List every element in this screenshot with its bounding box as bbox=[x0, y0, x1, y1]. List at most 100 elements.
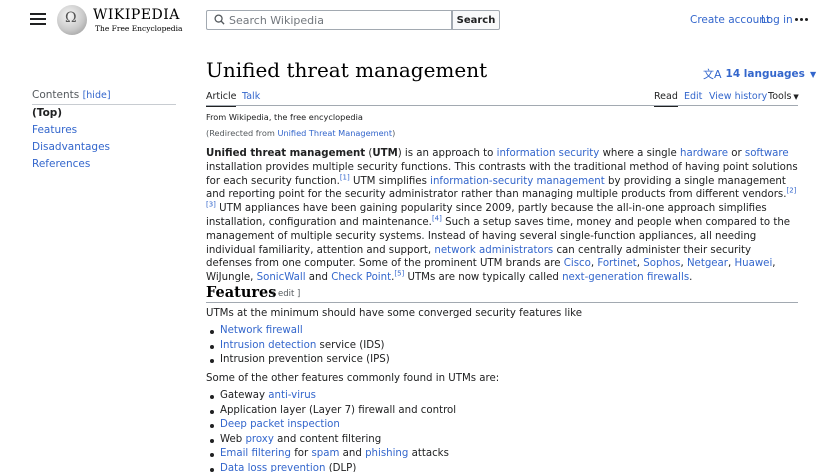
list-item: Data loss prevention (DLP) bbox=[209, 462, 456, 472]
toc-item-references[interactable]: References bbox=[32, 158, 90, 170]
main-menu-icon[interactable] bbox=[30, 13, 46, 27]
link-email-filtering[interactable]: Email filtering bbox=[220, 448, 291, 459]
intro-bold-utm: UTM bbox=[372, 148, 398, 159]
link-check-point[interactable]: Check Point bbox=[331, 272, 391, 283]
wordmark-tagline: The Free Encyclopedia bbox=[95, 24, 183, 33]
tools-label: Tools bbox=[768, 91, 792, 102]
search-input[interactable] bbox=[229, 12, 449, 28]
toc-item-top[interactable]: (Top) bbox=[32, 107, 62, 119]
search-box bbox=[206, 10, 452, 30]
link-next-generation-firewalls[interactable]: next-generation firewalls bbox=[562, 272, 689, 283]
intro-text: UTM simplifies bbox=[349, 175, 431, 187]
search-icon bbox=[214, 14, 225, 25]
wordmark-title: WIKIPEDIA bbox=[93, 7, 180, 23]
link-intrusion-detection[interactable]: Intrusion detection bbox=[220, 340, 316, 351]
list-item-text: and bbox=[339, 448, 366, 460]
link-huawei[interactable]: Huawei bbox=[734, 258, 772, 269]
features-intro-2: Some of the other features commonly foun… bbox=[206, 373, 500, 384]
link-netgear[interactable]: Netgear bbox=[687, 258, 728, 269]
list-item: Web proxy and content filtering bbox=[209, 433, 456, 448]
edit-section-label: [ edit ] bbox=[272, 289, 301, 299]
language-count: 14 languages bbox=[725, 68, 805, 80]
link-data-loss-prevention[interactable]: Data loss prevention bbox=[220, 463, 325, 472]
section-divider bbox=[206, 302, 798, 303]
language-icon: 文A bbox=[703, 68, 722, 81]
intro-text: and bbox=[305, 272, 332, 284]
list-item: Network firewall bbox=[210, 324, 390, 339]
toc-title: Contents bbox=[32, 89, 80, 101]
redirect-prefix: (Redirected from bbox=[206, 128, 278, 138]
tab-talk[interactable]: Talk bbox=[242, 91, 260, 105]
log-in-link[interactable]: Log in bbox=[761, 14, 793, 26]
link-information-security-management[interactable]: information-security management bbox=[430, 176, 605, 187]
list-item-text: service (IDS) bbox=[316, 339, 385, 351]
list-item: Deep packet inspection bbox=[209, 418, 456, 433]
list-item-text: Intrusion prevention service (IPS) bbox=[220, 354, 390, 366]
ref-5[interactable]: [5] bbox=[394, 270, 404, 278]
more-options-icon[interactable] bbox=[795, 18, 809, 22]
tabs-divider bbox=[206, 105, 798, 106]
toc-header: Contents [hide] bbox=[32, 89, 111, 101]
ref-4[interactable]: [4] bbox=[432, 215, 442, 223]
toc-item-disadvantages[interactable]: Disadvantages bbox=[32, 141, 110, 153]
list-item: Intrusion detection service (IDS) bbox=[210, 339, 390, 354]
link-proxy[interactable]: proxy bbox=[245, 434, 273, 445]
minimum-features-list: Network firewall Intrusion detection ser… bbox=[210, 324, 390, 368]
list-item: Application layer (Layer 7) firewall and… bbox=[209, 404, 457, 419]
tab-edit[interactable]: Edit bbox=[684, 91, 702, 105]
list-item-text: Web bbox=[220, 433, 246, 445]
link-network-administrators[interactable]: network administrators bbox=[434, 245, 553, 256]
toc-item-features[interactable]: Features bbox=[32, 124, 77, 136]
link-spam[interactable]: spam bbox=[311, 448, 339, 459]
list-item: Email filtering for spam and phishing at… bbox=[209, 447, 456, 462]
language-selector[interactable]: 文A 14 languages ▼ bbox=[703, 66, 816, 82]
link-software[interactable]: software bbox=[745, 148, 789, 159]
ref-3[interactable]: [3] bbox=[206, 201, 216, 209]
intro-paragraph: Unified threat management (UTM) is an ap… bbox=[206, 147, 798, 285]
intro-bold-term: Unified threat management bbox=[206, 148, 366, 159]
list-item-text: Application layer (Layer 7) firewall and… bbox=[220, 404, 457, 416]
tab-tools[interactable]: Tools ▼ bbox=[768, 91, 799, 105]
link-network-firewall[interactable]: Network firewall bbox=[220, 325, 303, 336]
list-item-text: and content filtering bbox=[273, 433, 382, 445]
wikipedia-globe-logo[interactable] bbox=[57, 5, 87, 35]
list-item-text: (DLP) bbox=[325, 462, 357, 472]
link-hardware[interactable]: hardware bbox=[680, 148, 728, 159]
ref-1[interactable]: [1] bbox=[340, 173, 350, 181]
toc-hide-link[interactable]: [hide] bbox=[83, 90, 111, 101]
chevron-down-icon: ▼ bbox=[809, 69, 817, 79]
link-deep-packet-inspection[interactable]: Deep packet inspection bbox=[220, 419, 340, 430]
link-cisco[interactable]: Cisco bbox=[564, 258, 591, 269]
toc-divider bbox=[32, 104, 176, 105]
list-item: Gateway anti-virus bbox=[209, 389, 456, 404]
intro-text: . bbox=[689, 272, 693, 284]
create-account-link[interactable]: Create account bbox=[690, 14, 770, 26]
redirect-note: (Redirected from Unified Threat Manageme… bbox=[206, 128, 395, 138]
other-features-list: Gateway anti-virus Application layer (La… bbox=[209, 389, 457, 472]
intro-text: where a single bbox=[599, 148, 680, 159]
redirect-link[interactable]: Unified Threat Management bbox=[277, 128, 392, 138]
section-heading-features: Features bbox=[206, 284, 277, 301]
wikipedia-wordmark[interactable]: WIKIPEDIA The Free Encyclopedia bbox=[93, 7, 183, 34]
search-button[interactable]: Search bbox=[452, 10, 500, 30]
from-wikipedia-line: From Wikipedia, the free encyclopedia bbox=[206, 112, 363, 122]
intro-text: or bbox=[727, 148, 745, 159]
edit-section-link[interactable]: [ edit ] bbox=[272, 289, 300, 299]
list-item-text: attacks bbox=[408, 448, 449, 460]
link-information-security[interactable]: information security bbox=[497, 148, 600, 159]
page-title: Unified threat management bbox=[206, 58, 488, 82]
link-phishing[interactable]: phishing bbox=[365, 448, 408, 459]
link-sonicwall[interactable]: SonicWall bbox=[257, 272, 306, 283]
intro-text: ) is an approach to bbox=[397, 148, 497, 159]
list-item: Intrusion prevention service (IPS) bbox=[210, 353, 390, 368]
link-anti-virus[interactable]: anti-virus bbox=[268, 390, 316, 401]
features-intro: UTMs at the minimum should have some con… bbox=[206, 308, 582, 319]
ref-2[interactable]: [2] bbox=[786, 187, 796, 195]
tab-view-history[interactable]: View history bbox=[709, 91, 767, 105]
list-item-text: for bbox=[290, 448, 312, 460]
link-sophos[interactable]: Sophos bbox=[643, 258, 680, 269]
intro-text: UTMs are now typically called bbox=[404, 272, 563, 284]
redirect-suffix: ) bbox=[392, 128, 396, 138]
tools-chevron-icon: ▼ bbox=[793, 93, 799, 101]
link-fortinet[interactable]: Fortinet bbox=[597, 258, 636, 269]
